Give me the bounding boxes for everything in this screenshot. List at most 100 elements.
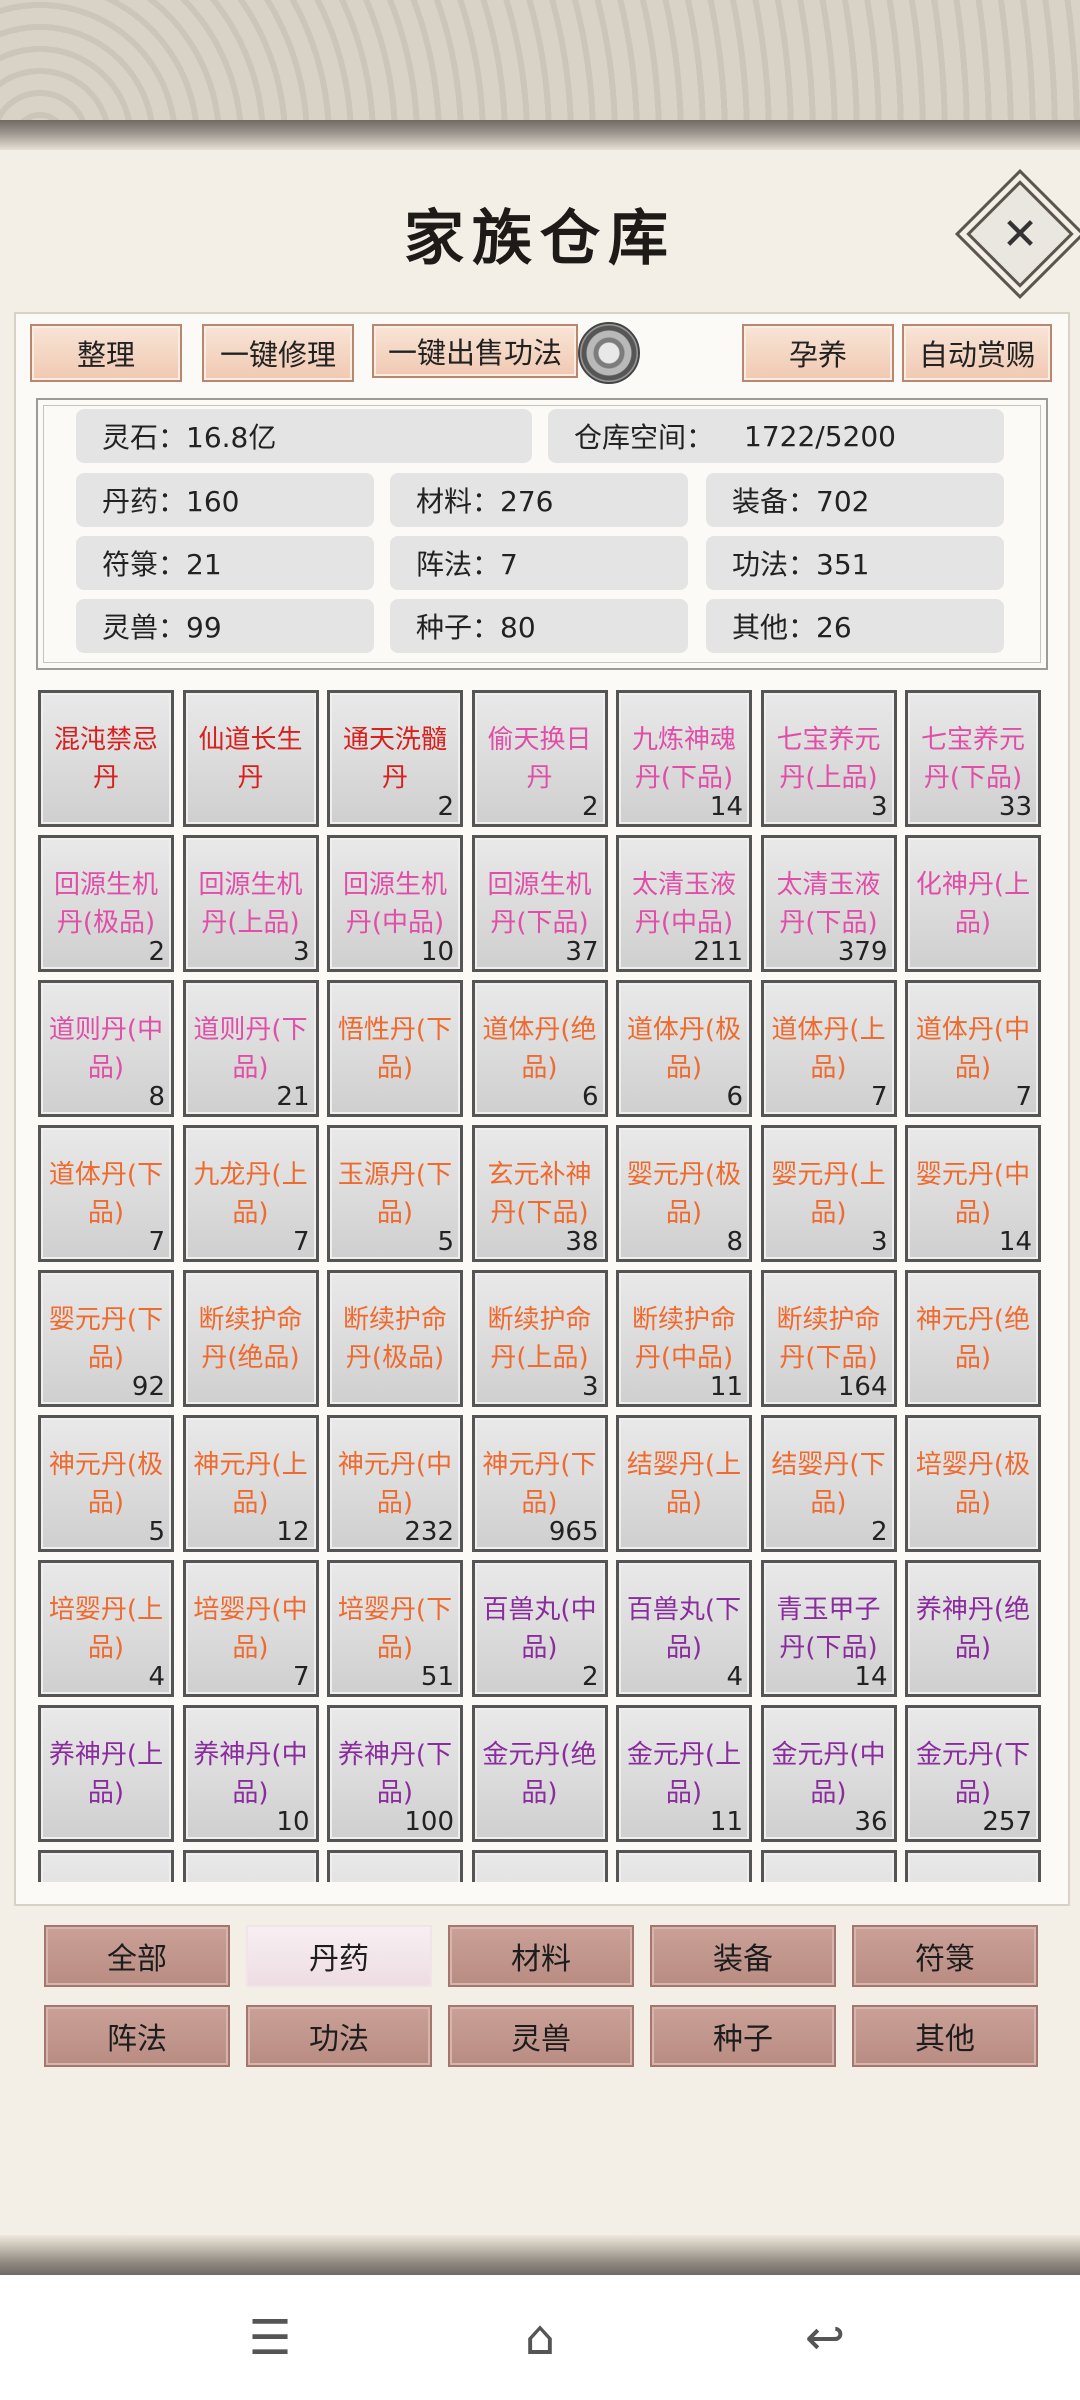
- item-slot[interactable]: 金元丹(绝品): [471, 1705, 608, 1842]
- item-slot[interactable]: 神元丹(极品) 5: [38, 1415, 174, 1552]
- item-slot[interactable]: 婴元丹(极品) 8: [616, 1125, 752, 1262]
- item-slot[interactable]: 神元丹(绝品): [905, 1270, 1041, 1407]
- item-slot[interactable]: 培婴丹(极品): [905, 1415, 1041, 1552]
- item-slot[interactable]: [905, 1850, 1041, 1882]
- others-stat: 其他：26: [706, 599, 1004, 653]
- gear-icon[interactable]: [578, 322, 640, 384]
- menu-icon[interactable]: ☰: [240, 2308, 300, 2368]
- item-name: 婴元丹(下品): [48, 1305, 164, 1373]
- item-slot[interactable]: 回源生机丹(极品) 2: [38, 835, 174, 972]
- item-name: 青玉甲子丹(下品): [776, 1595, 881, 1663]
- item-slot[interactable]: 仙道长生丹: [182, 690, 319, 827]
- item-slot[interactable]: 断续护命丹(极品): [327, 1270, 463, 1407]
- item-slot[interactable]: [616, 1850, 752, 1882]
- item-quantity: 5: [148, 1517, 165, 1547]
- item-slot[interactable]: 培婴丹(上品) 4: [38, 1560, 174, 1697]
- sell-techniques-button[interactable]: 一键出售功法: [372, 324, 578, 378]
- item-slot[interactable]: 化神丹(上品): [905, 835, 1041, 972]
- item-slot[interactable]: 道体丹(极品) 6: [616, 980, 752, 1117]
- item-quantity: 211: [693, 937, 743, 967]
- item-slot[interactable]: [327, 1850, 463, 1882]
- item-slot[interactable]: 婴元丹(上品) 3: [760, 1125, 897, 1262]
- item-name: 断续护命丹(下品): [776, 1305, 881, 1373]
- item-slot[interactable]: 七宝养元丹(上品) 3: [760, 690, 897, 827]
- item-slot[interactable]: 道体丹(上品) 7: [760, 980, 897, 1117]
- tab-2[interactable]: 材料: [448, 1925, 634, 1987]
- item-slot[interactable]: 神元丹(下品) 965: [471, 1415, 608, 1552]
- page-title: 家族仓库: [404, 204, 676, 274]
- item-slot[interactable]: 培婴丹(下品) 51: [327, 1560, 463, 1697]
- item-quantity: 38: [565, 1227, 599, 1257]
- item-slot[interactable]: 回源生机丹(下品) 37: [471, 835, 608, 972]
- item-slot[interactable]: 神元丹(中品) 232: [327, 1415, 463, 1552]
- item-slot[interactable]: 太清玉液丹(下品) 379: [760, 835, 897, 972]
- item-slot[interactable]: 道体丹(下品) 7: [38, 1125, 174, 1262]
- item-slot[interactable]: 悟性丹(下品): [327, 980, 463, 1117]
- sort-button[interactable]: 整理: [30, 324, 182, 382]
- item-quantity: 7: [870, 1082, 888, 1112]
- item-slot[interactable]: [471, 1850, 608, 1882]
- home-icon[interactable]: ⌂: [510, 2308, 570, 2368]
- item-slot[interactable]: 神元丹(上品) 12: [182, 1415, 319, 1552]
- close-icon: ✕: [1001, 208, 1039, 260]
- item-slot[interactable]: [182, 1850, 319, 1882]
- item-slot[interactable]: 混沌禁忌丹: [38, 690, 174, 827]
- item-quantity: 7: [1015, 1082, 1032, 1112]
- item-name: 金元丹(下品): [915, 1740, 1031, 1808]
- item-quantity: 33: [998, 792, 1032, 822]
- item-slot[interactable]: 回源生机丹(中品) 10: [327, 835, 463, 972]
- item-slot[interactable]: 道则丹(中品) 8: [38, 980, 174, 1117]
- item-slot[interactable]: 养神丹(下品) 100: [327, 1705, 463, 1842]
- auto-reward-button[interactable]: 自动赏赐: [902, 324, 1052, 382]
- item-slot[interactable]: 道体丹(绝品) 6: [471, 980, 608, 1117]
- back-icon[interactable]: ↩: [795, 2308, 855, 2368]
- item-slot[interactable]: 道则丹(下品) 21: [182, 980, 319, 1117]
- item-slot[interactable]: 婴元丹(下品) 92: [38, 1270, 174, 1407]
- item-slot[interactable]: 断续护命丹(下品) 164: [760, 1270, 897, 1407]
- tab-7[interactable]: 灵兽: [448, 2005, 634, 2067]
- item-slot[interactable]: 通天洗髓丹 2: [327, 690, 463, 827]
- item-slot[interactable]: 金元丹(上品) 11: [616, 1705, 752, 1842]
- item-slot[interactable]: [38, 1850, 174, 1882]
- item-slot[interactable]: 养神丹(绝品): [905, 1560, 1041, 1697]
- item-slot[interactable]: 玉源丹(下品) 5: [327, 1125, 463, 1262]
- item-slot[interactable]: 青玉甲子丹(下品) 14: [760, 1560, 897, 1697]
- tab-4[interactable]: 符箓: [852, 1925, 1038, 1987]
- item-slot[interactable]: 九龙丹(上品) 7: [182, 1125, 319, 1262]
- tab-3[interactable]: 装备: [650, 1925, 836, 1987]
- item-slot[interactable]: 太清玉液丹(中品) 211: [616, 835, 752, 972]
- item-slot[interactable]: 道体丹(中品) 7: [905, 980, 1041, 1117]
- item-slot[interactable]: 九炼神魂丹(下品) 14: [616, 690, 752, 827]
- item-slot[interactable]: 偷天换日丹 2: [471, 690, 608, 827]
- item-quantity: 10: [420, 937, 454, 967]
- item-slot[interactable]: 断续护命丹(绝品): [182, 1270, 319, 1407]
- item-slot[interactable]: 玄元补神丹(下品) 38: [471, 1125, 608, 1262]
- item-slot[interactable]: 婴元丹(中品) 14: [905, 1125, 1041, 1262]
- repair-all-button[interactable]: 一键修理: [202, 324, 354, 382]
- tab-8[interactable]: 种子: [650, 2005, 836, 2067]
- nurture-button[interactable]: 孕养: [742, 324, 894, 382]
- tab-1[interactable]: 丹药: [246, 1925, 432, 1987]
- item-name: 回源生机丹(中品): [342, 870, 447, 938]
- item-slot[interactable]: 养神丹(中品) 10: [182, 1705, 319, 1842]
- tab-0[interactable]: 全部: [44, 1925, 230, 1987]
- tab-6[interactable]: 功法: [246, 2005, 432, 2067]
- scroll-top-edge: [0, 120, 1080, 152]
- item-slot[interactable]: 培婴丹(中品) 7: [182, 1560, 319, 1697]
- item-slot[interactable]: 断续护命丹(中品) 11: [616, 1270, 752, 1407]
- item-slot[interactable]: 金元丹(下品) 257: [905, 1705, 1041, 1842]
- item-slot[interactable]: 七宝养元丹(下品) 33: [905, 690, 1041, 827]
- tab-5[interactable]: 阵法: [44, 2005, 230, 2067]
- item-quantity: 3: [870, 792, 888, 822]
- item-name: 七宝养元丹(下品): [920, 725, 1025, 793]
- item-slot[interactable]: 百兽丸(中品) 2: [471, 1560, 608, 1697]
- item-slot[interactable]: 养神丹(上品): [38, 1705, 174, 1842]
- item-slot[interactable]: 结婴丹(上品): [616, 1415, 752, 1552]
- item-slot[interactable]: 断续护命丹(上品) 3: [471, 1270, 608, 1407]
- tab-9[interactable]: 其他: [852, 2005, 1038, 2067]
- item-slot[interactable]: 百兽丸(下品) 4: [616, 1560, 752, 1697]
- item-slot[interactable]: 结婴丹(下品) 2: [760, 1415, 897, 1552]
- item-slot[interactable]: 金元丹(中品) 36: [760, 1705, 897, 1842]
- item-slot[interactable]: [760, 1850, 897, 1882]
- item-slot[interactable]: 回源生机丹(上品) 3: [182, 835, 319, 972]
